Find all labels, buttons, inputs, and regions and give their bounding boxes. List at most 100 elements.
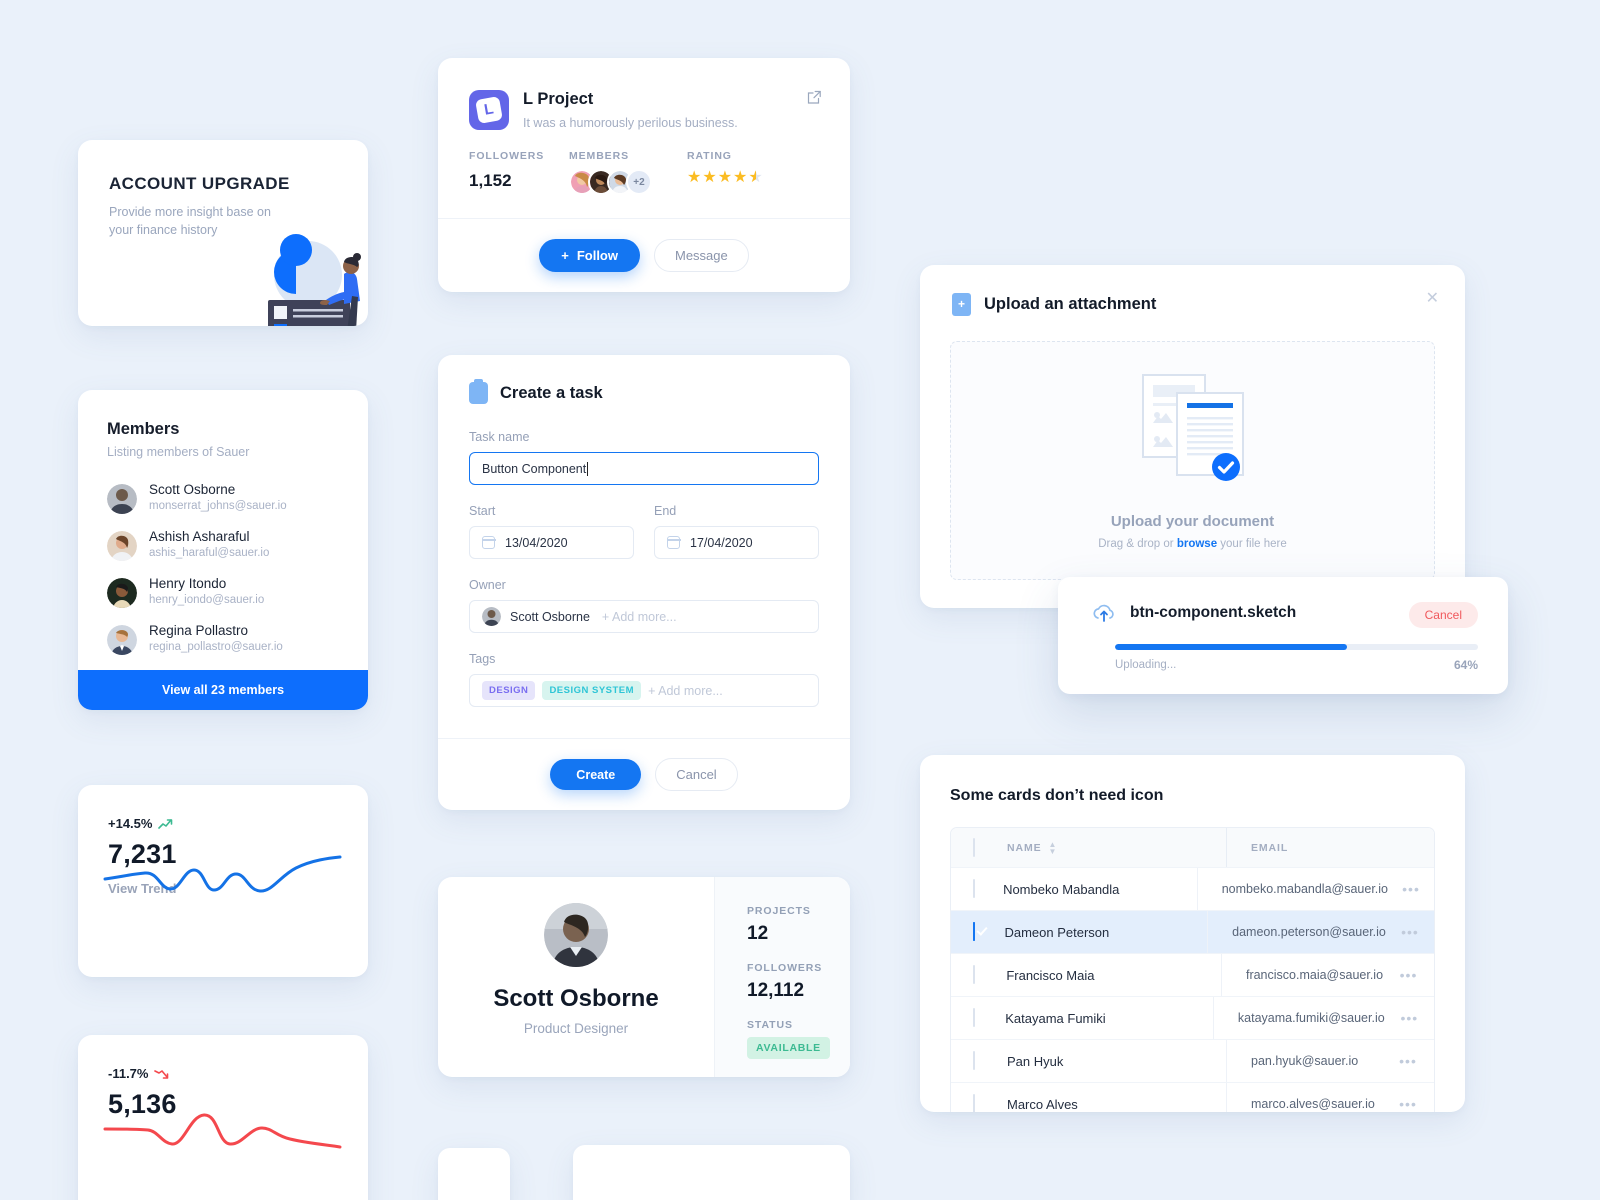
external-link-icon[interactable] (807, 90, 822, 105)
sort-icon[interactable]: ▲ ▼ (1049, 840, 1058, 855)
row-checkbox[interactable] (973, 1008, 975, 1027)
row-checkbox[interactable] (973, 879, 975, 898)
row-select-cell[interactable] (951, 922, 1004, 941)
task-name-input[interactable]: Button Component (469, 452, 819, 485)
table-header: NAME ▲ ▼ EMAIL (951, 828, 1434, 867)
member-email: monserrat_johns@sauer.io (149, 500, 287, 513)
owner-value: Scott Osborne (510, 609, 590, 624)
cloud-upload-icon (1093, 604, 1114, 622)
dropzone[interactable]: Upload your document Drag & drop or brow… (950, 341, 1435, 580)
members-label: MEMBERS (569, 150, 629, 162)
message-button[interactable]: Message (654, 239, 749, 272)
calendar-icon (481, 536, 496, 549)
trend-delta: +14.5% (108, 816, 368, 831)
ellipsis-icon[interactable]: ••• (1386, 924, 1434, 940)
browse-link[interactable]: browse (1177, 538, 1217, 550)
member-avatar-stack[interactable]: +2 (569, 169, 687, 195)
rating-label: RATING (687, 150, 732, 162)
rating-stars: ★★★★★ (687, 169, 764, 186)
tag-chip[interactable]: DESIGN (482, 681, 536, 700)
upgrade-illustration (268, 234, 361, 326)
end-date-input[interactable]: 17/04/2020 (654, 526, 819, 559)
row-email: pan.hyuk@sauer.io (1226, 1040, 1382, 1082)
column-header-email[interactable]: EMAIL (1226, 828, 1382, 867)
ellipsis-icon[interactable]: ••• (1382, 1096, 1434, 1112)
row-email: dameon.peterson@sauer.io (1207, 911, 1386, 953)
ellipsis-icon[interactable]: ••• (1383, 967, 1434, 983)
partial-card-right (573, 1145, 850, 1200)
row-select-cell[interactable] (951, 965, 1006, 984)
task-name-value: Button Component (482, 461, 587, 476)
followers-value: 1,152 (469, 171, 512, 190)
dropzone-title: Upload your document (1110, 513, 1275, 530)
row-select-cell[interactable] (951, 1008, 1005, 1027)
tags-add-more[interactable]: + Add more... (648, 684, 723, 698)
select-all-checkbox[interactable] (973, 837, 975, 857)
row-select-cell[interactable] (951, 1051, 1007, 1070)
row-name: Nombeko Mabandla (1003, 881, 1120, 897)
ellipsis-icon[interactable]: ••• (1385, 1010, 1434, 1026)
create-task-actions: Create Cancel (438, 738, 850, 810)
list-item[interactable]: Ashish Asharaful ashis_haraful@sauer.io (78, 522, 368, 569)
owner-input[interactable]: Scott Osborne + Add more... (469, 600, 819, 633)
list-item[interactable]: Regina Pollastro regina_pollastro@sauer.… (78, 616, 368, 663)
followers-label: FOLLOWERS (469, 150, 545, 162)
hint-prefix: Drag & drop or (1098, 538, 1177, 550)
trend-delta-value: +14.5% (108, 816, 153, 831)
member-email: ashis_haraful@sauer.io (149, 547, 270, 560)
column-header-name[interactable]: NAME ▲ ▼ (1007, 840, 1226, 855)
table-row[interactable]: Marco Alves marco.alves@sauer.io ••• (951, 1082, 1434, 1112)
table-row[interactable]: Nombeko Mabandla nombeko.mabandla@sauer.… (951, 867, 1434, 910)
cancel-upload-button[interactable]: Cancel (1408, 602, 1478, 628)
create-button[interactable]: Create (550, 759, 642, 790)
row-checkbox[interactable] (973, 922, 975, 941)
table-title: Some cards don’t need icon (950, 787, 1164, 804)
row-name: Marco Alves (1007, 1096, 1078, 1112)
project-stats: FOLLOWERS 1,152 MEMBERS +2 RATING ★★★★★ (438, 130, 850, 195)
row-select-cell[interactable] (951, 1094, 1007, 1112)
row-checkbox[interactable] (973, 1094, 975, 1112)
members-title: Members (107, 420, 180, 438)
ellipsis-icon[interactable]: ••• (1382, 1053, 1434, 1069)
project-name: L Project (523, 90, 594, 108)
avatar (544, 903, 608, 967)
avatar (107, 577, 137, 608)
canvas: ACCOUNT UPGRADE Provide more insight bas… (0, 0, 1600, 1200)
members-list: Scott Osborne monserrat_johns@sauer.io A… (78, 475, 368, 663)
stat-followers: FOLLOWERS 1,152 (469, 150, 569, 195)
ellipsis-icon[interactable]: ••• (1388, 881, 1434, 897)
member-name: Ashish Asharaful (149, 529, 250, 545)
avatar (482, 607, 501, 626)
avatar (107, 530, 137, 561)
avatar (107, 483, 137, 514)
view-all-members-button[interactable]: View all 23 members (78, 670, 368, 710)
tag-chip[interactable]: DESIGN SYSTEM (542, 681, 642, 700)
project-actions: + Follow Message (438, 218, 850, 292)
column-header-name-label: NAME (1007, 841, 1042, 854)
list-item[interactable]: Henry Itondo henry_iondo@sauer.io (78, 569, 368, 616)
tags-input[interactable]: DESIGN DESIGN SYSTEM + Add more... (469, 674, 819, 707)
start-date-input[interactable]: 13/04/2020 (469, 526, 634, 559)
create-task-header: Create a task (438, 355, 850, 404)
close-icon[interactable]: ✕ (1426, 291, 1439, 307)
select-all-cell[interactable] (951, 837, 1007, 857)
follow-button[interactable]: + Follow (539, 239, 640, 272)
list-item[interactable]: Scott Osborne monserrat_johns@sauer.io (78, 475, 368, 522)
row-select-cell[interactable] (951, 879, 1003, 898)
row-checkbox[interactable] (973, 1051, 975, 1070)
row-name: Dameon Peterson (1004, 924, 1110, 940)
table-row[interactable]: Dameon Peterson dameon.peterson@sauer.io… (951, 910, 1434, 953)
table-row[interactable]: Pan Hyuk pan.hyuk@sauer.io ••• (951, 1039, 1434, 1082)
row-checkbox[interactable] (973, 965, 975, 984)
document-add-icon: + (952, 293, 971, 316)
project-logo-letter: L (475, 96, 503, 124)
table-row[interactable]: Francisco Maia francisco.maia@sauer.io •… (951, 953, 1434, 996)
owner-add-more[interactable]: + Add more... (602, 610, 677, 624)
status-badge: AVAILABLE (747, 1037, 830, 1059)
cancel-button[interactable]: Cancel (655, 758, 738, 791)
profile-card: Scott Osborne Product Designer PROJECTS … (438, 877, 850, 1077)
owner-label: Owner (469, 578, 506, 592)
trend-down-card: -11.7% 5,136 (78, 1035, 368, 1200)
table-row[interactable]: Katayama Fumiki katayama.fumiki@sauer.io… (951, 996, 1434, 1039)
upload-title: Upload an attachment (984, 295, 1157, 313)
